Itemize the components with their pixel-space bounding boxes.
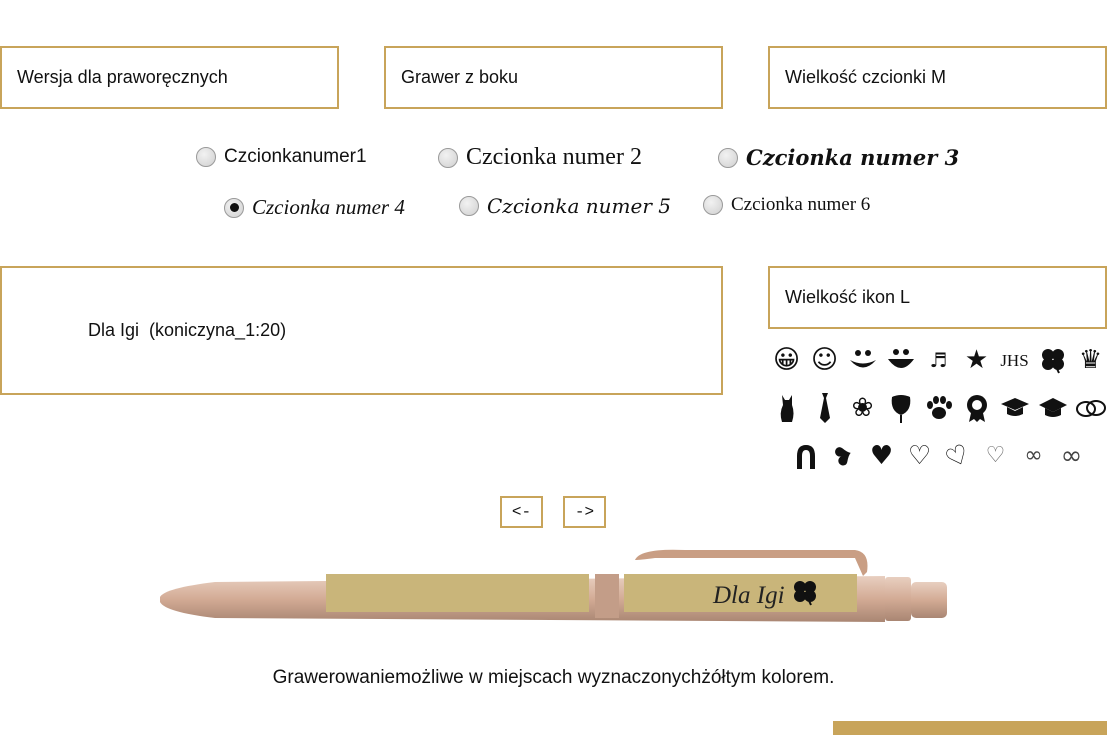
font-option-label: Czcionka numer 3 (746, 145, 960, 170)
icon-row: 😀 ☺ ♬ ★ JHS ♛ (770, 336, 1107, 384)
smiling-face-icon[interactable]: ☺ (808, 344, 841, 377)
smile-icon[interactable] (846, 344, 879, 377)
icon-size-label: Wielkość ikon L (785, 287, 911, 307)
font-option-3[interactable]: Czcionka numer 3 (718, 145, 959, 170)
four-leaf-clover-icon[interactable] (1036, 344, 1069, 377)
star-icon[interactable]: ★ (960, 344, 993, 377)
pen-preview: Dla Igi (160, 549, 947, 622)
font-option-2[interactable]: Czcionka numer 2 (438, 144, 642, 171)
icon-size-select[interactable]: Wielkość ikon L (768, 266, 1107, 329)
hand-version-select[interactable]: Wersja dla praworęcznych (0, 46, 339, 109)
pen-button (911, 582, 947, 618)
radio-button[interactable] (459, 196, 479, 216)
infinity-icon[interactable]: ∞ (1055, 440, 1088, 473)
pen-center-band (595, 574, 619, 618)
cat-icon[interactable] (770, 392, 803, 425)
font-option-1[interactable]: Czcionkanumer1 (196, 146, 367, 168)
heart-solid-icon[interactable]: ♥ (865, 440, 898, 473)
icon-row: ❀ (770, 384, 1107, 432)
graduation-cap-icon[interactable] (998, 392, 1031, 425)
jhs-symbol-icon[interactable]: JHS (998, 344, 1031, 377)
font-option-label: Czcionka numer 2 (466, 144, 642, 170)
font-option-5[interactable]: Czcionka numer 5 (459, 194, 671, 218)
font-option-4[interactable]: Czcionka numer 4 (224, 195, 405, 220)
double-heart-outline-icon[interactable]: ♡ (979, 440, 1012, 473)
add-to-cart-button[interactable] (833, 721, 1107, 735)
radio-dot (229, 203, 239, 212)
engrave-area-left (326, 574, 589, 612)
next-button-label: -> (574, 503, 595, 521)
prev-button[interactable]: <- (500, 496, 543, 528)
rose-icon[interactable]: ❀ (846, 392, 879, 425)
hand-version-label: Wersja dla praworęcznych (17, 67, 228, 87)
next-button[interactable]: -> (563, 496, 606, 528)
graduation-cap-solid-icon[interactable] (1036, 392, 1069, 425)
music-notes-icon[interactable]: ♬ (922, 344, 955, 377)
paw-print-icon[interactable] (922, 392, 955, 425)
engrave-side-label: Grawer z boku (401, 67, 519, 87)
big-smile-icon[interactable] (884, 344, 917, 377)
horseshoe-icon[interactable] (789, 440, 822, 473)
font-option-label: Czcionka numer 6 (731, 194, 871, 215)
engraving-text-value: Dla Igi (koniczyna_1:20) (88, 320, 287, 340)
award-rosette-icon[interactable] (960, 392, 993, 425)
prev-button-label: <- (511, 503, 532, 521)
necktie-icon[interactable] (808, 392, 841, 425)
font-option-label: Czcionka numer 5 (487, 194, 671, 218)
icon-picker: 😀 ☺ ♬ ★ JHS ♛ ❀ ❥ ♥ ♡ ♡ ♡ ∞ ∞ (770, 336, 1107, 480)
font-size-label: Wielkość czcionki M (785, 67, 947, 87)
font-option-label: Czcionka numer 4 (252, 195, 405, 219)
heart-outline-slanted-icon[interactable]: ♡ (936, 434, 980, 478)
rose-bud-icon[interactable] (884, 392, 917, 425)
radio-button-selected[interactable] (224, 197, 244, 218)
heart-tilted-icon[interactable]: ❥ (822, 435, 864, 477)
font-option-label: Czcionkanumer1 (224, 146, 367, 167)
radio-button[interactable] (196, 147, 216, 167)
font-size-select[interactable]: Wielkość czcionki M (768, 46, 1107, 109)
radio-button[interactable] (703, 195, 723, 215)
grinning-face-icon[interactable]: 😀 (770, 344, 803, 377)
engrave-side-select[interactable]: Grawer z boku (384, 46, 723, 109)
icon-row: ❥ ♥ ♡ ♡ ♡ ∞ ∞ (770, 432, 1107, 480)
radio-button[interactable] (718, 147, 738, 168)
font-option-6[interactable]: Czcionka numer 6 (703, 194, 870, 216)
engraving-preview-text: Dla Igi (712, 582, 785, 609)
crown-icon[interactable]: ♛ (1074, 344, 1107, 377)
engraving-note: Grawerowaniemożliwe w miejscach wyznaczo… (272, 667, 835, 688)
wedding-rings-icon[interactable] (1074, 392, 1107, 425)
heart-outline-icon[interactable]: ♡ (903, 440, 936, 473)
radio-button[interactable] (438, 147, 458, 168)
infinity-small-icon[interactable]: ∞ (1017, 440, 1050, 473)
pen-clip (635, 549, 868, 576)
pen-end (885, 577, 911, 621)
engraving-text-input[interactable]: Dla Igi (koniczyna_1:20) (0, 266, 723, 395)
